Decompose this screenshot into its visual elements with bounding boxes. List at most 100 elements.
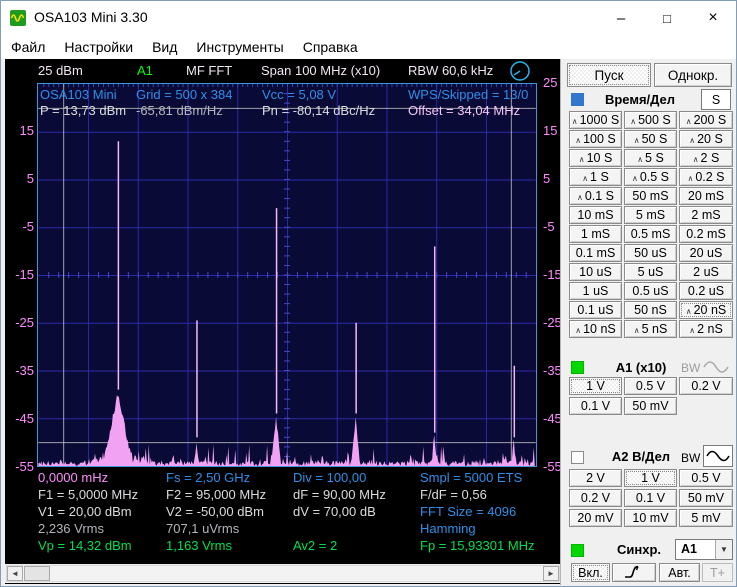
timebase-button-1-ms[interactable]: 1 mS (569, 225, 622, 243)
sync-color-swatch[interactable] (571, 544, 584, 557)
a2-vdiv-button-5-mv[interactable]: 5 mV (679, 509, 733, 527)
timebase-button-2-s[interactable]: ∧ 2 S (679, 149, 733, 167)
timebase-button-2-ms[interactable]: 2 mS (679, 206, 733, 224)
a1-vdiv-label: 50 mV (632, 399, 669, 413)
timebase-button-5-s[interactable]: ∧ 5 S (624, 149, 677, 167)
a2-vdiv-button-20-mv[interactable]: 20 mV (569, 509, 622, 527)
a1-vdiv-button-0-5-v[interactable]: 0.5 V (624, 377, 677, 395)
sync-source-dropdown[interactable]: A1 ▼ (675, 539, 733, 560)
a2-vdiv-button-50-mv[interactable]: 50 mV (679, 489, 733, 507)
timebase-button-0-2-us[interactable]: 0.2 uS (679, 282, 733, 300)
spectrum-plot[interactable] (37, 83, 537, 467)
sync-t-plus-button[interactable]: Т+ (702, 563, 733, 582)
scrollbar-thumb[interactable] (24, 566, 50, 581)
a1-vdiv-button-50-mv[interactable]: 50 mV (624, 397, 677, 415)
timebase-button-50-ms[interactable]: 50 mS (624, 187, 677, 205)
readout-r5-c1: Vp = 14,32 dBm (38, 538, 132, 553)
timebase-button-100-s[interactable]: ∧ 100 S (569, 130, 622, 148)
timebase-button-5-ns[interactable]: ∧ 5 nS (624, 320, 677, 338)
scroll-left-button[interactable]: ◄ (7, 566, 23, 581)
overlay-power: P = 13,73 dBm (40, 103, 127, 118)
single-shot-button[interactable]: Однокр. (654, 63, 732, 87)
timebase-button-5-us[interactable]: 5 uS (624, 263, 677, 281)
timebase-button-20-s[interactable]: ∧ 20 S (679, 130, 733, 148)
maximize-button[interactable]: □ (644, 1, 690, 35)
timebase-button-1-us[interactable]: 1 uS (569, 282, 622, 300)
timebase-button-20-us[interactable]: 20 uS (679, 244, 733, 262)
timebase-button-1-s[interactable]: ∧ 1 S (569, 168, 622, 186)
timebase-button-0-1-s[interactable]: ∧ 0.1 S (569, 187, 622, 205)
a1-vdiv-button-0-1-v[interactable]: 0.1 V (569, 397, 622, 415)
ets-mark-icon: ∧ (571, 116, 578, 126)
timebase-label: 0.2 mS (686, 227, 726, 241)
timebase-label: 20 mS (687, 189, 725, 203)
timebase-button-10-s[interactable]: ∧ 10 S (569, 149, 622, 167)
y-axis-label-right: -55 (543, 459, 562, 474)
timebase-button-0-1-ms[interactable]: 0.1 mS (569, 244, 622, 262)
timebase-button-0-5-us[interactable]: 0.5 uS (624, 282, 677, 300)
timebase-button-2-us[interactable]: 2 uS (679, 263, 733, 281)
sync-auto-button[interactable]: Авт. (659, 563, 700, 582)
a1-color-swatch[interactable] (571, 361, 584, 374)
timebase-label: 0.5 uS (632, 284, 669, 298)
timebase-button-0-1-us[interactable]: 0.1 uS (569, 301, 622, 319)
timebase-button-0-5-ms[interactable]: 0.5 mS (624, 225, 677, 243)
timebase-button-20-ns[interactable]: ∧ 20 nS (679, 301, 733, 319)
timebase-button-10-ns[interactable]: ∧ 10 nS (569, 320, 622, 338)
scrollbar-track[interactable]: ◄ ► (6, 565, 560, 582)
sync-on-button[interactable]: Вкл. (571, 563, 610, 582)
timebase-label: 20 nS (693, 303, 727, 317)
ets-mark-icon: ∧ (582, 173, 589, 183)
ets-mark-icon: ∧ (637, 154, 644, 164)
timebase-button-50-s[interactable]: ∧ 50 S (624, 130, 677, 148)
timebase-button-10-ms[interactable]: 10 mS (569, 206, 622, 224)
a1-vdiv-button-0-2-v[interactable]: 0.2 V (679, 377, 733, 395)
timebase-button-5-ms[interactable]: 5 mS (624, 206, 677, 224)
a2-vdiv-label: 50 mV (687, 491, 725, 505)
menu-item-file[interactable]: Файл (11, 35, 45, 55)
timebase-color-swatch[interactable] (571, 93, 584, 106)
dropdown-arrow-icon[interactable]: ▼ (715, 540, 732, 559)
timebase-unit-box[interactable]: S (701, 89, 731, 110)
timebase-label: 1000 S (579, 113, 620, 127)
timebase-button-10-us[interactable]: 10 uS (569, 263, 622, 281)
minimize-button[interactable]: – (598, 1, 644, 35)
a2-vdiv-button-0-1-v[interactable]: 0.1 V (624, 489, 677, 507)
a2-coupling-button[interactable] (703, 445, 733, 467)
timebase-button-20-ms[interactable]: 20 mS (679, 187, 733, 205)
a2-vdiv-button-0-5-v[interactable]: 0.5 V (679, 469, 733, 487)
sync-slope-button[interactable] (612, 563, 656, 582)
a2-vdiv-button-1-v[interactable]: 1 V (624, 469, 677, 487)
ets-mark-icon: ∧ (689, 135, 696, 145)
ets-mark-icon: ∧ (633, 325, 640, 335)
timebase-button-50-ns[interactable]: 50 nS (624, 301, 677, 319)
scroll-right-button[interactable]: ► (543, 566, 559, 581)
a1-title: A1 (x10) (615, 360, 667, 375)
a2-vdiv-button-0-2-v[interactable]: 0.2 V (569, 489, 622, 507)
ets-mark-icon: ∧ (631, 173, 638, 183)
timebase-button-0-5-s[interactable]: ∧ 0.5 S (624, 168, 677, 186)
timebase-button-0-2-ms[interactable]: 0.2 mS (679, 225, 733, 243)
menu-item-settings[interactable]: Настройки (64, 35, 133, 55)
menu-item-help[interactable]: Справка (303, 35, 358, 55)
timebase-button-1000-s[interactable]: ∧ 1000 S (569, 111, 622, 129)
timebase-button-50-us[interactable]: 50 uS (624, 244, 677, 262)
timebase-button-500-s[interactable]: ∧ 500 S (624, 111, 677, 129)
a2-vdiv-button-2-v[interactable]: 2 V (569, 469, 622, 487)
active-channel-readout: A1 (137, 63, 153, 78)
timebase-label: 10 nS (583, 322, 616, 336)
menu-item-tools[interactable]: Инструменты (196, 35, 283, 55)
a1-vdiv-button-1-v[interactable]: 1 V (569, 377, 622, 395)
readout-r5-c2: 1,163 Vrms (166, 538, 232, 553)
run-button[interactable]: Пуск (567, 63, 651, 87)
menu-item-view[interactable]: Вид (152, 35, 177, 55)
a2-vdiv-button-10-mv[interactable]: 10 mV (624, 509, 677, 527)
close-button[interactable]: × (690, 1, 736, 35)
ets-mark-icon: ∧ (630, 116, 637, 126)
timebase-button-0-2-s[interactable]: ∧ 0.2 S (679, 168, 733, 186)
app-window: OSA103 Mini 3.30 – □ × Файл Настройки Вид И… (0, 0, 737, 587)
timebase-button-2-ns[interactable]: ∧ 2 nS (679, 320, 733, 338)
overlay-phase-noise: Pn = -80,14 dBc/Hz (262, 103, 376, 118)
timebase-button-200-s[interactable]: ∧ 200 S (679, 111, 733, 129)
a2-enable-checkbox[interactable] (571, 451, 584, 464)
